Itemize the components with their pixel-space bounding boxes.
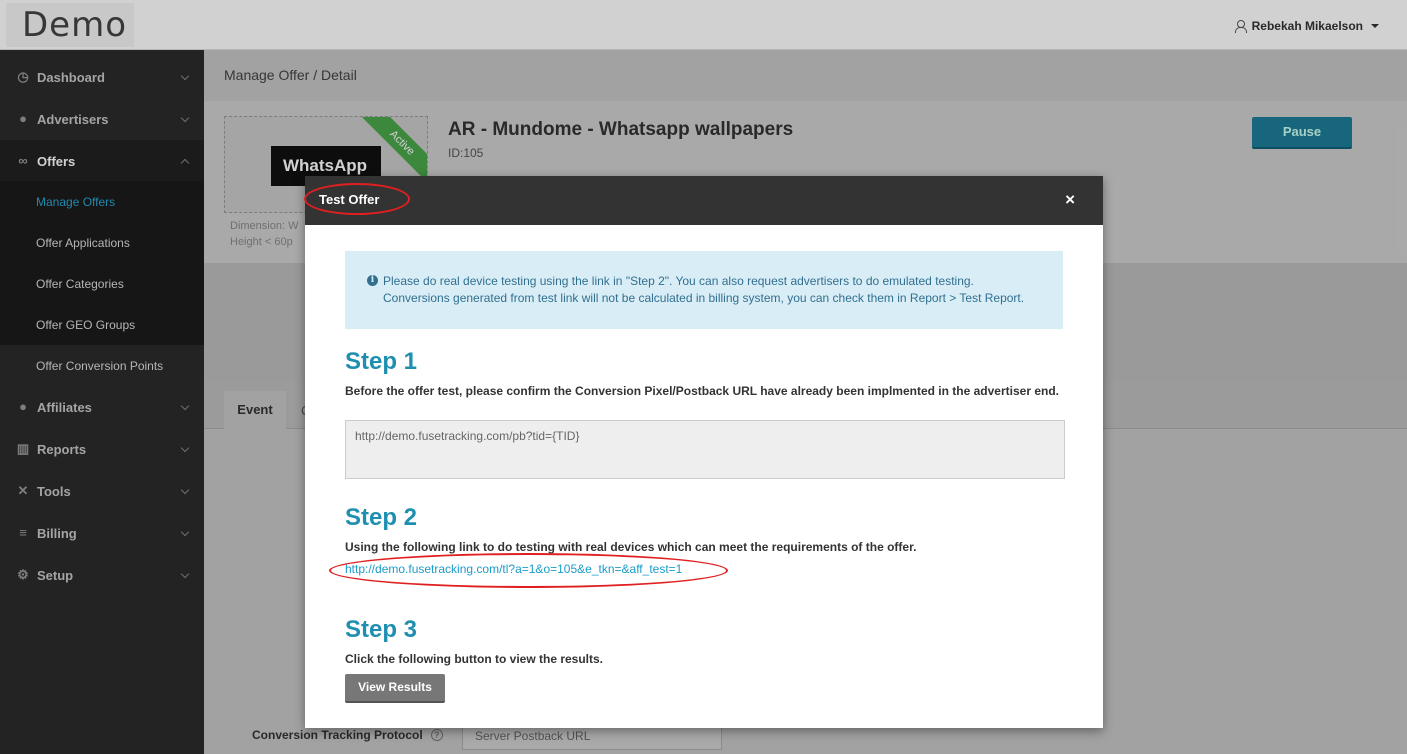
- step1-title: Step 1: [345, 348, 418, 375]
- info-icon: i: [367, 275, 378, 286]
- modal-header: Test Offer ×: [305, 176, 1103, 225]
- step2-description: Using the following link to do testing w…: [345, 540, 917, 554]
- step3-title: Step 3: [345, 616, 418, 643]
- view-results-button[interactable]: View Results: [345, 674, 445, 703]
- annotation-ellipse-link: [329, 553, 728, 588]
- info-alert: i Please do real device testing using th…: [345, 251, 1063, 329]
- step3-description: Click the following button to view the r…: [345, 652, 604, 666]
- step2-title: Step 2: [345, 504, 418, 531]
- postback-url-field[interactable]: http://demo.fusetracking.com/pb?tid={TID…: [345, 420, 1065, 479]
- annotation-ellipse-title: [304, 183, 410, 215]
- alert-line-2: Conversions generated from test link wil…: [383, 291, 1025, 305]
- test-offer-modal: Test Offer × i Please do real device tes…: [305, 176, 1103, 728]
- step1-description: Before the offer test, please confirm th…: [345, 384, 1059, 398]
- alert-line-1: Please do real device testing using the …: [383, 274, 974, 288]
- close-icon[interactable]: ×: [1065, 190, 1075, 210]
